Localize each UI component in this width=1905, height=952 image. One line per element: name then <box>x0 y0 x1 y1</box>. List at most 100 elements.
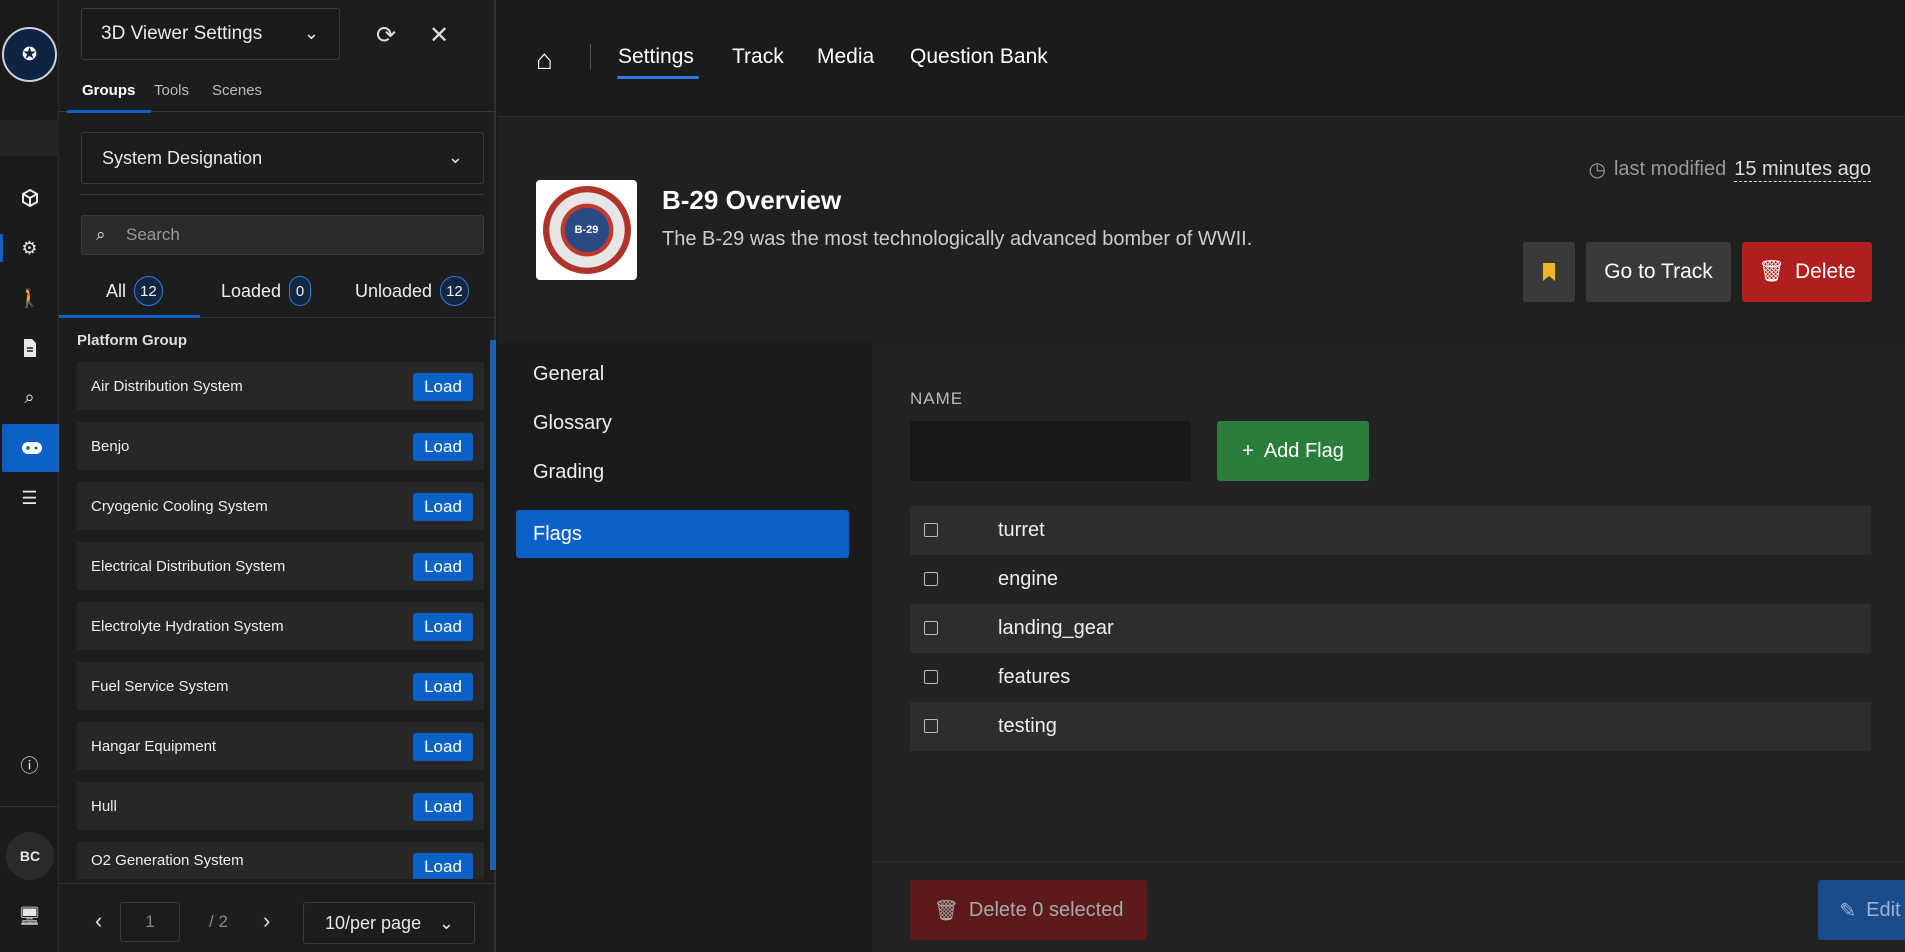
rail-divider <box>0 806 59 807</box>
nav-track[interactable]: Track <box>732 45 784 69</box>
filter-unloaded-count: 12 <box>440 276 469 306</box>
tab-groups[interactable]: Groups <box>82 82 135 99</box>
flag-checkbox[interactable] <box>924 572 938 586</box>
list-item-label: Hull <box>91 797 117 815</box>
search-icon[interactable]: ⌕ <box>0 373 59 421</box>
flag-checkbox[interactable] <box>924 523 938 537</box>
add-flag-button[interactable]: + Add Flag <box>1217 421 1369 481</box>
load-button[interactable]: Load <box>413 613 473 641</box>
list-item-label: Air Distribution System <box>91 377 243 395</box>
chevron-down-icon: ⌄ <box>447 147 463 167</box>
filter-all-count: 12 <box>134 276 163 306</box>
tab-tools[interactable]: Tools <box>154 82 189 99</box>
icon-rail: ✪ ⚙ 🚶 ⌕ ☰ ⓘ BC 🖥 <box>0 0 61 952</box>
page-input[interactable]: 1 <box>120 902 180 942</box>
chevron-left-icon[interactable]: ‹ <box>95 908 102 934</box>
trash-icon: 🗑 <box>933 899 959 922</box>
search-input[interactable]: ⌕ Search <box>81 215 484 255</box>
avatar[interactable]: BC <box>6 832 54 880</box>
tab-scenes[interactable]: Scenes <box>212 82 262 99</box>
list-item: Electrolyte Hydration System Load <box>77 602 484 650</box>
subnav-flags[interactable]: Flags <box>516 510 849 558</box>
divider <box>81 194 484 195</box>
load-button[interactable]: Load <box>413 673 473 701</box>
last-modified: ◷ last modified 15 minutes ago <box>1589 157 1871 182</box>
list-item-label: Electrical Distribution System <box>91 557 286 575</box>
subnav-glossary[interactable]: Glossary <box>516 399 849 447</box>
gamepad-icon[interactable] <box>2 424 61 472</box>
filter-loaded[interactable]: Loaded 0 <box>221 276 312 306</box>
home-icon[interactable]: ⌂ <box>536 44 553 76</box>
flag-row: testing <box>910 702 1871 751</box>
settings-subnav: General Glossary Grading Flags <box>498 343 872 952</box>
go-to-track-button[interactable]: Go to Track <box>1586 242 1731 302</box>
viewer-settings-select-label: 3D Viewer Settings <box>101 23 263 44</box>
nav-question-bank[interactable]: Question Bank <box>910 45 1048 69</box>
list-item: Hangar Equipment Load <box>77 722 484 770</box>
bookmark-icon <box>1543 263 1555 281</box>
patch-image: B-29 <box>542 186 631 274</box>
bookmark-button[interactable] <box>1523 242 1575 302</box>
load-button[interactable]: Load <box>413 493 473 521</box>
delete-selected-label: Delete 0 selected <box>968 898 1124 921</box>
panel-tabs: Groups Tools Scenes <box>59 72 496 113</box>
group-title: Platform Group <box>77 332 188 349</box>
walk-icon[interactable]: 🚶 <box>0 274 59 322</box>
monitor-icon[interactable]: 🖥 <box>0 892 59 940</box>
list-item: O2 Generation System Load <box>77 842 484 879</box>
flag-name-input[interactable] <box>910 421 1191 481</box>
add-flag-label: Add Flag <box>1263 439 1344 462</box>
trash-icon: 🗑 <box>1758 260 1785 283</box>
filter-loaded-label: Loaded <box>221 280 282 301</box>
divider <box>59 883 496 884</box>
last-modified-value: 15 minutes ago <box>1734 157 1871 182</box>
tab-indicator <box>67 110 151 113</box>
delete-button-label: Delete <box>1794 260 1856 283</box>
scrollbar[interactable] <box>490 340 496 870</box>
edit-button[interactable]: ✎ Edit <box>1818 880 1905 940</box>
delete-selected-button[interactable]: 🗑 Delete 0 selected <box>910 880 1147 940</box>
viewer-settings-select[interactable]: 3D Viewer Settings ⌄ <box>81 8 340 60</box>
flag-checkbox[interactable] <box>924 621 938 635</box>
name-label: NAME <box>910 389 964 408</box>
delete-button[interactable]: 🗑 Delete <box>1742 242 1872 302</box>
document-icon[interactable] <box>0 324 59 372</box>
group-by-select-label: System Designation <box>102 147 263 168</box>
subnav-grading[interactable]: Grading <box>516 448 849 496</box>
group-by-select[interactable]: System Designation ⌄ <box>81 132 484 184</box>
per-page-select[interactable]: 10/per page ⌄ <box>303 902 475 944</box>
flags-content: NAME + Add Flag turret engine landing_ge… <box>872 343 1905 952</box>
load-button[interactable]: Load <box>413 853 473 879</box>
subnav-general[interactable]: General <box>516 350 849 398</box>
plus-icon: + <box>1242 439 1254 462</box>
filter-unloaded[interactable]: Unloaded 12 <box>355 276 469 306</box>
list-item-label: Hangar Equipment <box>91 737 217 755</box>
load-button[interactable]: Load <box>413 793 473 821</box>
search-placeholder: Search <box>126 225 180 244</box>
flag-row: landing_gear <box>910 604 1871 653</box>
gear-icon[interactable]: ⚙ <box>0 224 59 272</box>
close-icon[interactable]: ✕ <box>422 18 456 52</box>
page-title: B-29 Overview <box>662 185 842 215</box>
list-item: Fuel Service System Load <box>77 662 484 710</box>
list-item-label: Cryogenic Cooling System <box>91 497 268 515</box>
nav-settings[interactable]: Settings <box>618 45 694 69</box>
flag-checkbox[interactable] <box>924 670 938 684</box>
logo[interactable]: ✪ <box>2 27 57 82</box>
load-button[interactable]: Load <box>413 373 473 401</box>
list-icon[interactable]: ☰ <box>0 474 59 522</box>
chevron-right-icon[interactable]: › <box>263 908 270 934</box>
load-button[interactable]: Load <box>413 553 473 581</box>
nav-media[interactable]: Media <box>817 45 874 69</box>
list-item: Air Distribution System Load <box>77 362 484 410</box>
filter-all[interactable]: All 12 <box>106 276 163 306</box>
load-button[interactable]: Load <box>413 733 473 761</box>
flag-name: testing <box>998 715 1057 737</box>
info-icon[interactable]: ⓘ <box>0 741 59 789</box>
cube-icon[interactable] <box>0 174 59 222</box>
flag-checkbox[interactable] <box>924 719 938 733</box>
list-item: Cryogenic Cooling System Load <box>77 482 484 530</box>
filter-unloaded-label: Unloaded <box>355 280 433 301</box>
load-button[interactable]: Load <box>413 433 473 461</box>
refresh-icon[interactable]: ⟳ <box>369 18 403 52</box>
